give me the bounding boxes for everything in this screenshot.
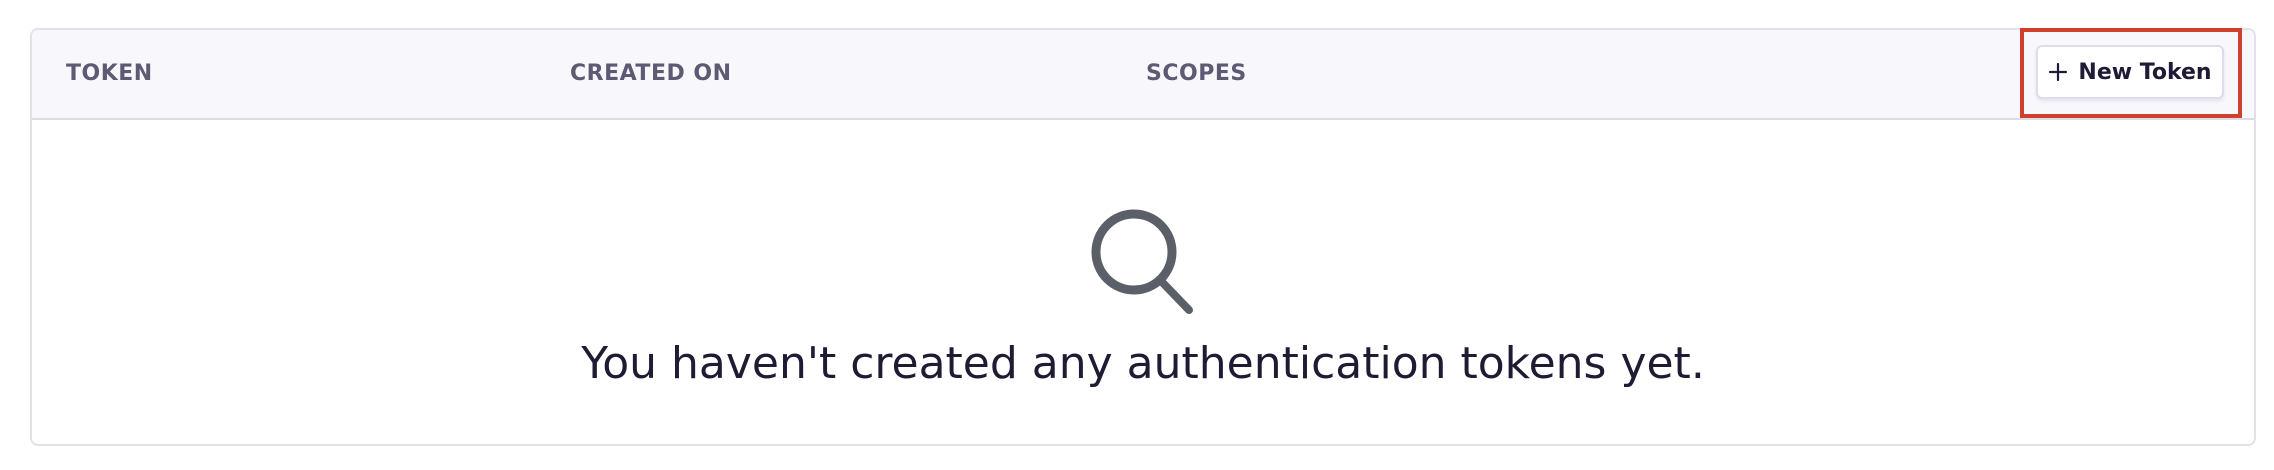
column-header-created-on: CREATED ON	[570, 61, 732, 86]
new-token-button[interactable]: New Token	[2036, 45, 2224, 99]
empty-state: You haven't created any authentication t…	[32, 120, 2254, 444]
empty-state-message: You haven't created any authentication t…	[581, 338, 1705, 389]
table-header: TOKEN CREATED ON SCOPES New Token	[32, 30, 2254, 120]
tokens-panel: TOKEN CREATED ON SCOPES New Token You ha…	[30, 28, 2256, 446]
new-token-label: New Token	[2078, 59, 2212, 85]
plus-icon	[2049, 62, 2068, 82]
column-header-token: TOKEN	[66, 61, 153, 86]
search-icon	[1091, 209, 1193, 314]
column-header-scopes: SCOPES	[1146, 61, 1247, 86]
